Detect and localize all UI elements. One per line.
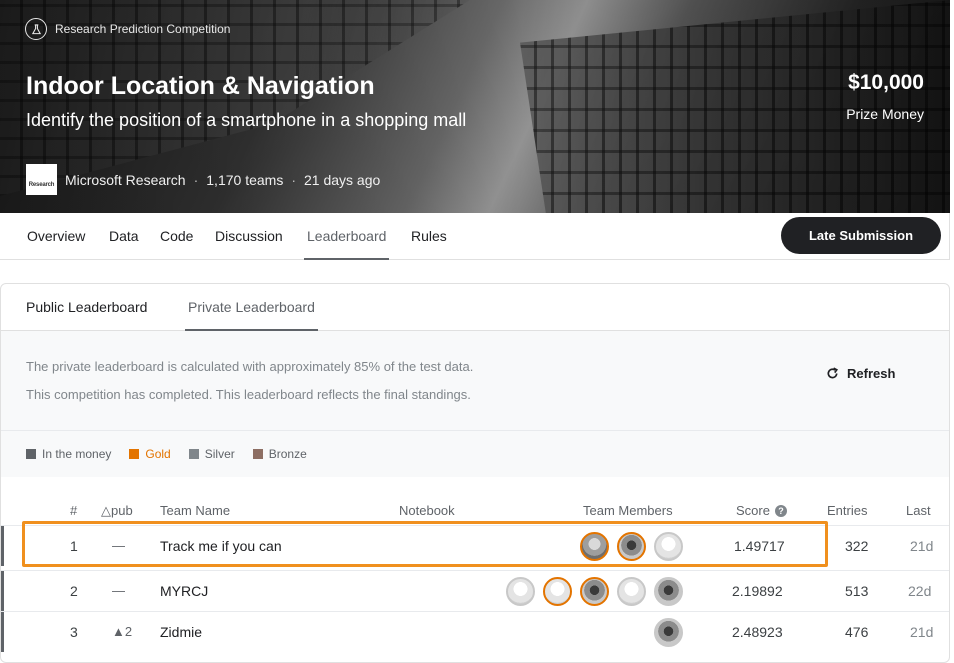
help-icon[interactable]: ? bbox=[774, 504, 787, 517]
legend-in-the-money: In the money bbox=[26, 447, 111, 461]
tab-code[interactable]: Code bbox=[160, 228, 193, 258]
tab-data[interactable]: Data bbox=[109, 228, 139, 258]
row-highlight-annotation bbox=[22, 521, 828, 567]
row-rank: 3 bbox=[70, 624, 78, 640]
competition-type-label: Research Prediction Competition bbox=[55, 22, 231, 36]
leaderboard-panel: Public Leaderboard Private Leaderboard T… bbox=[0, 283, 950, 663]
col-notebook: Notebook bbox=[399, 503, 455, 518]
member-avatar[interactable] bbox=[506, 577, 535, 606]
col-rank: # bbox=[70, 503, 78, 518]
col-entries: Entries bbox=[827, 503, 868, 518]
leaderboard-info: The private leaderboard is calculated wi… bbox=[1, 331, 949, 431]
competition-age: 21 days ago bbox=[304, 171, 381, 188]
prize-label: Prize Money bbox=[846, 106, 924, 122]
row-delta: — bbox=[112, 583, 125, 598]
row-entries: 476 bbox=[845, 624, 869, 640]
row-entries: 322 bbox=[845, 538, 869, 554]
prize-amount: $10,000 bbox=[848, 71, 924, 94]
tab-public-leaderboard[interactable]: Public Leaderboard bbox=[26, 299, 147, 329]
tab-private-leaderboard[interactable]: Private Leaderboard bbox=[185, 299, 318, 331]
competition-subtitle: Identify the position of a smartphone in… bbox=[26, 110, 467, 130]
row-last: 22d bbox=[908, 583, 932, 599]
leaderboard-tabs: Public Leaderboard Private Leaderboard bbox=[1, 284, 949, 331]
competition-nav: Overview Data Code Discussion Leaderboar… bbox=[0, 213, 950, 260]
member-avatar[interactable] bbox=[654, 577, 683, 606]
medal-legend: In the money Gold Silver Bronze bbox=[1, 431, 949, 477]
row-score: 2.48923 bbox=[732, 624, 783, 640]
refresh-label: Refresh bbox=[847, 366, 896, 381]
col-score: Score ? bbox=[736, 503, 787, 518]
host-name[interactable]: Microsoft Research bbox=[65, 172, 186, 188]
row-last: 21d bbox=[910, 624, 934, 640]
member-avatar[interactable] bbox=[580, 577, 609, 606]
refresh-icon bbox=[827, 367, 839, 379]
legend-silver: Silver bbox=[188, 447, 235, 461]
leaderboard-row[interactable]: 3 ▲2 Zidmie 2.48923 476 21d bbox=[1, 611, 949, 652]
legend-gold: Gold bbox=[129, 447, 171, 461]
info-text-private: The private leaderboard is calculated wi… bbox=[26, 359, 474, 374]
row-delta: ▲2 bbox=[112, 624, 133, 639]
legend-bronze: Bronze bbox=[252, 447, 307, 461]
competition-banner: Research Prediction Competition Indoor L… bbox=[0, 0, 950, 213]
tab-rules[interactable]: Rules bbox=[411, 228, 447, 258]
separator: · bbox=[291, 171, 296, 188]
member-avatar[interactable] bbox=[543, 577, 572, 606]
col-delta-pub: △pub bbox=[101, 503, 133, 518]
col-team-members: Team Members bbox=[583, 503, 673, 518]
row-team-name[interactable]: Zidmie bbox=[160, 624, 202, 640]
row-last: 21d bbox=[910, 538, 934, 554]
tab-discussion[interactable]: Discussion bbox=[215, 228, 283, 258]
flask-icon bbox=[25, 18, 47, 40]
team-count: 1,170 teams bbox=[206, 171, 284, 188]
competition-title: Indoor Location & Navigation bbox=[26, 72, 375, 100]
col-team-name: Team Name bbox=[160, 503, 231, 518]
row-entries: 513 bbox=[845, 583, 869, 599]
competition-type: Research Prediction Competition bbox=[25, 18, 230, 40]
row-team-name[interactable]: MYRCJ bbox=[160, 583, 208, 599]
separator: · bbox=[193, 171, 199, 188]
member-avatar[interactable] bbox=[617, 577, 646, 606]
tab-overview[interactable]: Overview bbox=[27, 228, 85, 258]
row-rank: 2 bbox=[70, 583, 78, 599]
col-last: Last bbox=[906, 503, 931, 518]
tab-leaderboard[interactable]: Leaderboard bbox=[304, 228, 390, 260]
member-avatar[interactable] bbox=[654, 618, 683, 647]
row-score: 2.19892 bbox=[732, 583, 783, 599]
host-logo[interactable]: Research bbox=[26, 164, 57, 195]
refresh-button[interactable]: Refresh bbox=[826, 366, 895, 381]
leaderboard-row[interactable]: 2 — MYRCJ 2.19892 513 22d bbox=[1, 570, 949, 611]
late-submission-button[interactable]: Late Submission bbox=[781, 217, 941, 254]
info-text-final: This competition has completed. This lea… bbox=[26, 387, 471, 402]
host-row: Research Microsoft Research · 1,170 team… bbox=[26, 164, 380, 195]
